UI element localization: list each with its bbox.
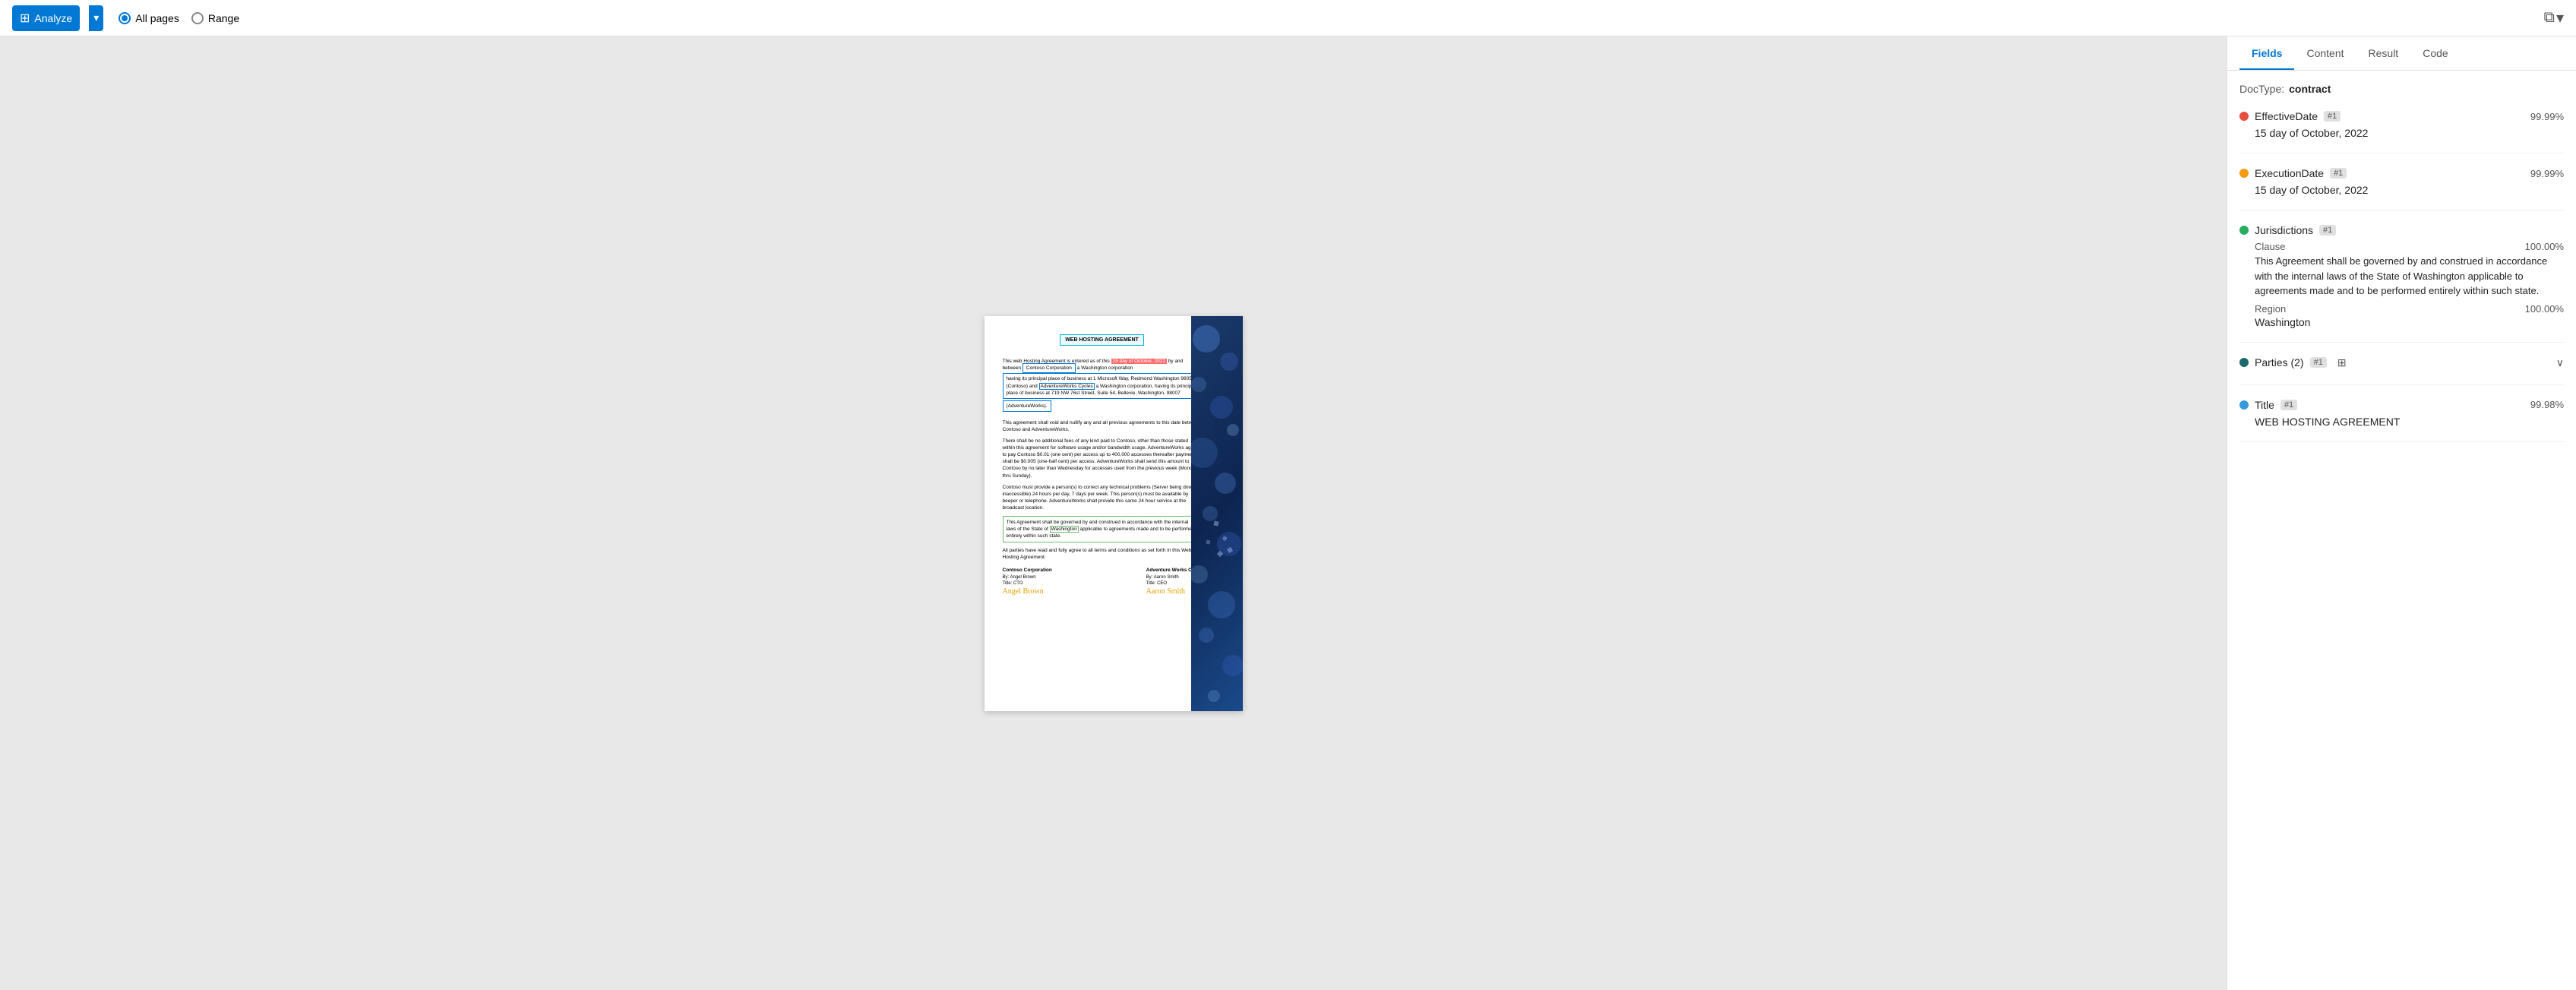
analyze-dropdown-button[interactable]: ▾ — [89, 5, 103, 31]
field-name-jurisdictions: Jurisdictions — [2255, 224, 2313, 236]
badge-effective-date: #1 — [2324, 111, 2341, 122]
value-execution-date: 15 day of October, 2022 — [2239, 184, 2564, 196]
field-header-effective-date: EffectiveDate #1 99.99% — [2239, 110, 2564, 122]
region-label: Region — [2255, 303, 2286, 315]
signature-section: Contoso Corporation By: Angel Brown Titl… — [1003, 567, 1202, 597]
clause-value: This Agreement shall be governed by and … — [2255, 254, 2564, 299]
chevron-down-icon: ▾ — [93, 11, 99, 24]
field-name-title: Title — [2255, 399, 2274, 411]
value-title: WEB HOSTING AGREEMENT — [2239, 416, 2564, 428]
tab-code[interactable]: Code — [2410, 36, 2460, 70]
field-name-parties: Parties (2) — [2255, 356, 2304, 368]
aw-paren: (AdventureWorks). — [1003, 400, 1051, 412]
sig-left: Contoso Corporation By: Angel Brown Titl… — [1003, 567, 1052, 597]
dot-effective-date — [2239, 112, 2249, 121]
sig-cursive-left: Angel Brown — [1003, 587, 1052, 597]
analyze-label: Analyze — [34, 12, 72, 24]
doc-final-para: All parties have read and fully agree to… — [1003, 547, 1202, 561]
value-effective-date: 15 day of October, 2022 — [2239, 127, 2564, 139]
field-header-execution-date: ExecutionDate #1 99.99% — [2239, 167, 2564, 179]
field-effective-date: EffectiveDate #1 99.99% 15 day of Octobe… — [2239, 110, 2564, 153]
badge-title: #1 — [2280, 400, 2297, 410]
clause-row: Clause 100.00% — [2255, 241, 2564, 252]
layer-button[interactable]: ⧉ ▾ — [2544, 8, 2564, 27]
sig-by-left: By: Angel Brown — [1003, 574, 1052, 580]
dot-parties — [2239, 358, 2249, 367]
contoso-highlight: Contoso Corporation — [1022, 363, 1076, 373]
confidence-execution-date: 99.99% — [2530, 168, 2564, 179]
layer-chevron-icon: ▾ — [2556, 8, 2564, 27]
range-label: Range — [208, 12, 239, 24]
clause-label: Clause — [2255, 241, 2285, 252]
confidence-effective-date: 99.99% — [2530, 111, 2564, 122]
toolbar-right: ⧉ ▾ — [2544, 8, 2564, 27]
tab-fields[interactable]: Fields — [2239, 36, 2294, 70]
doc-title-box: WEB HOSTING AGREEMENT — [1060, 334, 1144, 346]
region-value: Washington — [2255, 316, 2564, 328]
clause-confidence: 100.00% — [2525, 241, 2564, 252]
document-page: WEB HOSTING AGREEMENT This web Hosting A… — [985, 316, 1243, 711]
document-content: WEB HOSTING AGREEMENT This web Hosting A… — [1003, 334, 1202, 598]
date-highlight: 15 day of October, 2022 — [1111, 359, 1167, 364]
doc-para3: Contoso must provide a person(s) to corr… — [1003, 484, 1202, 511]
doctype-label: DocType: — [2239, 83, 2284, 95]
badge-parties: #1 — [2310, 357, 2327, 368]
doc-para1: This agreement shall void and nullify an… — [1003, 419, 1202, 433]
document-viewer[interactable]: WEB HOSTING AGREEMENT This web Hosting A… — [0, 36, 2227, 990]
doc-intro: This web Hosting Agreement is entered as… — [1003, 358, 1202, 415]
adventureworks-highlight: AdventureWorks Cycles — [1039, 383, 1095, 390]
badge-jurisdictions: #1 — [2319, 225, 2336, 236]
address-block-1: having its principal place of business a… — [1003, 373, 1202, 398]
region-row: Region 100.00% — [2255, 303, 2564, 315]
field-parties[interactable]: Parties (2) #1 ⊞ ∨ — [2239, 356, 2564, 385]
sig-company-left: Contoso Corporation — [1003, 567, 1052, 574]
field-execution-date: ExecutionDate #1 99.99% 15 day of Octobe… — [2239, 167, 2564, 210]
sig-title-left: Title: CTO — [1003, 580, 1052, 587]
dot-jurisdictions — [2239, 226, 2249, 235]
region-confidence: 100.00% — [2525, 303, 2564, 315]
doctype-row: DocType: contract — [2239, 83, 2564, 95]
all-pages-option[interactable]: All pages — [119, 12, 179, 24]
analyze-icon: ⊞ — [20, 11, 30, 26]
field-name-execution-date: ExecutionDate — [2255, 167, 2324, 179]
confidence-title: 99.98% — [2530, 399, 2564, 410]
range-option[interactable]: Range — [191, 12, 239, 24]
analyze-button[interactable]: ⊞ Analyze — [12, 5, 80, 31]
right-panel: Fields Content Result Code DocType: cont… — [2227, 36, 2576, 990]
toolbar: ⊞ Analyze ▾ All pages Range ⧉ ▾ — [0, 0, 2576, 36]
doctype-value: contract — [2289, 83, 2331, 95]
page-range-group: All pages Range — [119, 12, 239, 24]
field-jurisdictions: Jurisdictions #1 Clause 100.00% This Agr… — [2239, 224, 2564, 343]
washington-highlight: Washington — [1050, 526, 1079, 533]
range-radio[interactable] — [191, 12, 204, 24]
main-area: WEB HOSTING AGREEMENT This web Hosting A… — [0, 36, 2576, 990]
table-icon: ⊞ — [2337, 356, 2347, 369]
panel-tabs: Fields Content Result Code — [2227, 36, 2576, 71]
all-pages-label: All pages — [135, 12, 179, 24]
layers-icon: ⧉ — [2544, 9, 2555, 27]
field-name-effective-date: EffectiveDate — [2255, 110, 2318, 122]
jurisdictions-sub-fields: Clause 100.00% This Agreement shall be g… — [2239, 241, 2564, 328]
jurisdiction-block: This Agreement shall be governed by and … — [1003, 516, 1202, 542]
field-header-title: Title #1 99.98% — [2239, 399, 2564, 411]
tab-result[interactable]: Result — [2356, 36, 2411, 70]
field-header-parties[interactable]: Parties (2) #1 ⊞ ∨ — [2239, 356, 2564, 369]
badge-execution-date: #1 — [2330, 168, 2347, 179]
doc-para2: There shall be no additional fees of any… — [1003, 438, 1202, 479]
field-title: Title #1 99.98% WEB HOSTING AGREEMENT — [2239, 399, 2564, 442]
all-pages-radio[interactable] — [119, 12, 131, 24]
doc-decorative-panel — [1191, 316, 1243, 711]
chevron-down-icon[interactable]: ∨ — [2556, 356, 2564, 369]
dot-execution-date — [2239, 169, 2249, 178]
dot-title — [2239, 400, 2249, 410]
field-header-jurisdictions: Jurisdictions #1 — [2239, 224, 2564, 236]
tab-content[interactable]: Content — [2294, 36, 2356, 70]
panel-content: DocType: contract EffectiveDate #1 99.99… — [2227, 71, 2576, 990]
